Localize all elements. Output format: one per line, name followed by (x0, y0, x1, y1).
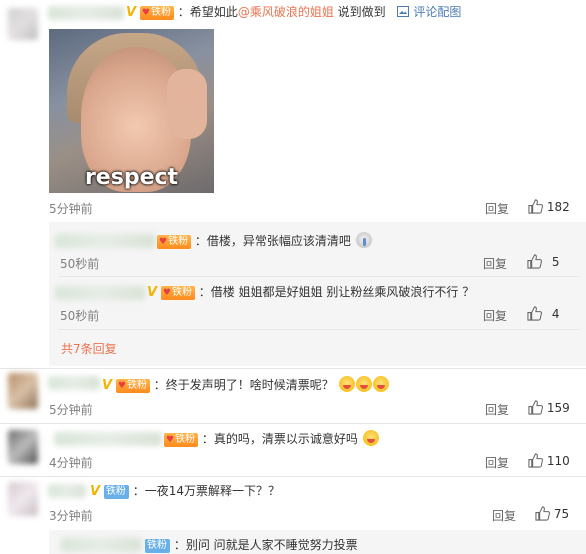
username[interactable] (48, 6, 124, 20)
image-icon (397, 6, 410, 17)
timestamp: 3分钟前 (49, 509, 93, 523)
comment-text: ：一夜14万票解释一下？？ (132, 484, 280, 498)
reply-button[interactable]: 回复 (492, 507, 516, 524)
divider (59, 329, 579, 330)
mention-link[interactable]: @乘风破浪的姐姐 (238, 5, 334, 19)
username[interactable] (48, 376, 100, 390)
fan-badge: ♥铁粉 (160, 285, 195, 300)
thumbs-up-icon (527, 254, 542, 269)
username[interactable] (48, 484, 86, 498)
divider (0, 368, 586, 369)
emoji-icon (355, 232, 372, 248)
reply-timestamp: 50秒前 (60, 257, 100, 271)
like-button[interactable]: 4 (527, 306, 559, 321)
thumbs-up-icon (528, 400, 543, 415)
emoji-icon (362, 430, 379, 446)
like-button[interactable]: 159 (528, 400, 570, 415)
like-count: 159 (546, 401, 570, 415)
reply-text: ：别问 问就是人家不睡觉努力投票 (173, 538, 358, 552)
fan-badge: 铁粉 (103, 484, 129, 499)
fan-badge: ♥铁粉 (115, 378, 150, 393)
fan-badge: ♥铁粉 (139, 5, 174, 20)
like-button[interactable]: 75 (535, 506, 569, 521)
reply-thread: 铁粉 ：别问 问就是人家不睡觉努力投票 (49, 530, 586, 554)
reply-button[interactable]: 回复 (485, 454, 509, 471)
avatar[interactable] (8, 482, 38, 516)
like-button[interactable]: 182 (528, 199, 570, 214)
emoji-icon (372, 376, 389, 392)
avatar[interactable] (8, 373, 38, 409)
timestamp: 5分钟前 (49, 403, 93, 417)
thumbs-up-icon (528, 453, 543, 468)
thumbs-up-icon (528, 199, 543, 214)
username[interactable] (54, 432, 162, 446)
like-count: 110 (546, 454, 570, 468)
more-replies-link[interactable]: 共7条回复 (61, 340, 117, 357)
reply-button[interactable]: 回复 (483, 255, 507, 272)
emoji-icon (355, 376, 372, 392)
comment-text-suffix: 说到做到 (333, 5, 386, 19)
reply-thread: ♥铁粉 ：借楼，异常张幅应该清清吧 50秒前 回复 5 V ♥铁粉 ：借楼 姐姐… (49, 222, 586, 366)
comment-header: V ♥铁粉 ：终于发声明了！啥时候清票呢？ (102, 376, 389, 394)
v-verified-icon: V (102, 378, 113, 393)
comment-text: ：希望如此 (177, 5, 238, 19)
comment-header: ♥铁粉 ：真的吗，清票以示诚意好吗 (164, 430, 379, 447)
comment-text: ：真的吗，清票以示诚意好吗 (201, 432, 358, 446)
reply-text: ：借楼，异常张幅应该清清吧 (194, 234, 351, 248)
avatar[interactable] (8, 8, 38, 40)
reply-header: V ♥铁粉 ：借楼 姐姐都是好姐姐 别让粉丝乘风破浪行不行 ？ (147, 284, 474, 301)
timestamp: 4分钟前 (49, 456, 93, 470)
fan-badge: ♥铁粉 (157, 234, 192, 249)
reply-username[interactable] (55, 234, 155, 248)
reply-button[interactable]: 回复 (485, 200, 509, 217)
v-verified-icon: V (147, 285, 158, 300)
fan-badge: 铁粉 (145, 538, 170, 553)
v-verified-icon: V (90, 484, 101, 499)
thumbs-up-icon (527, 306, 542, 321)
like-count: 75 (553, 507, 570, 521)
divider (0, 423, 586, 424)
comment-text: ：终于发声明了！啥时候清票呢？ (153, 378, 334, 392)
like-count: 182 (546, 200, 570, 214)
like-button[interactable]: 110 (528, 453, 570, 468)
image-caption: respect (84, 165, 179, 190)
reply-button[interactable]: 回复 (485, 401, 509, 418)
emoji-icon (338, 376, 355, 392)
reply-text: ：借楼 姐姐都是好姐姐 别让粉丝乘风破浪行不行 ？ (198, 285, 475, 299)
timestamp: 5分钟前 (49, 202, 93, 216)
reply-button[interactable]: 回复 (483, 307, 507, 324)
image-hand (167, 69, 207, 139)
reply-username[interactable] (61, 538, 141, 552)
thumbs-up-icon (535, 506, 550, 521)
like-button[interactable]: 5 (527, 254, 559, 269)
reply-header: ♥铁粉 ：借楼，异常张幅应该清清吧 (157, 232, 372, 249)
comment-header: V ♥铁粉 ：希望如此@乘风破浪的姐姐 说到做到 评论配图 (126, 4, 461, 21)
divider (59, 276, 579, 277)
reply-header: 铁粉 ：别问 问就是人家不睡觉努力投票 (145, 537, 358, 553)
reply-username[interactable] (55, 286, 145, 300)
like-count: 4 (551, 307, 560, 321)
v-verified-icon: V (126, 5, 137, 20)
avatar[interactable] (8, 430, 38, 464)
divider (0, 476, 586, 477)
image-comment-link[interactable]: 评论配图 (397, 5, 461, 19)
reply-timestamp: 50秒前 (60, 309, 100, 323)
comment-header: V 铁粉 ：一夜14万票解释一下？？ (90, 483, 280, 500)
fan-badge: ♥铁粉 (164, 432, 199, 447)
comment-image[interactable]: respect (49, 29, 214, 193)
like-count: 5 (551, 255, 560, 269)
